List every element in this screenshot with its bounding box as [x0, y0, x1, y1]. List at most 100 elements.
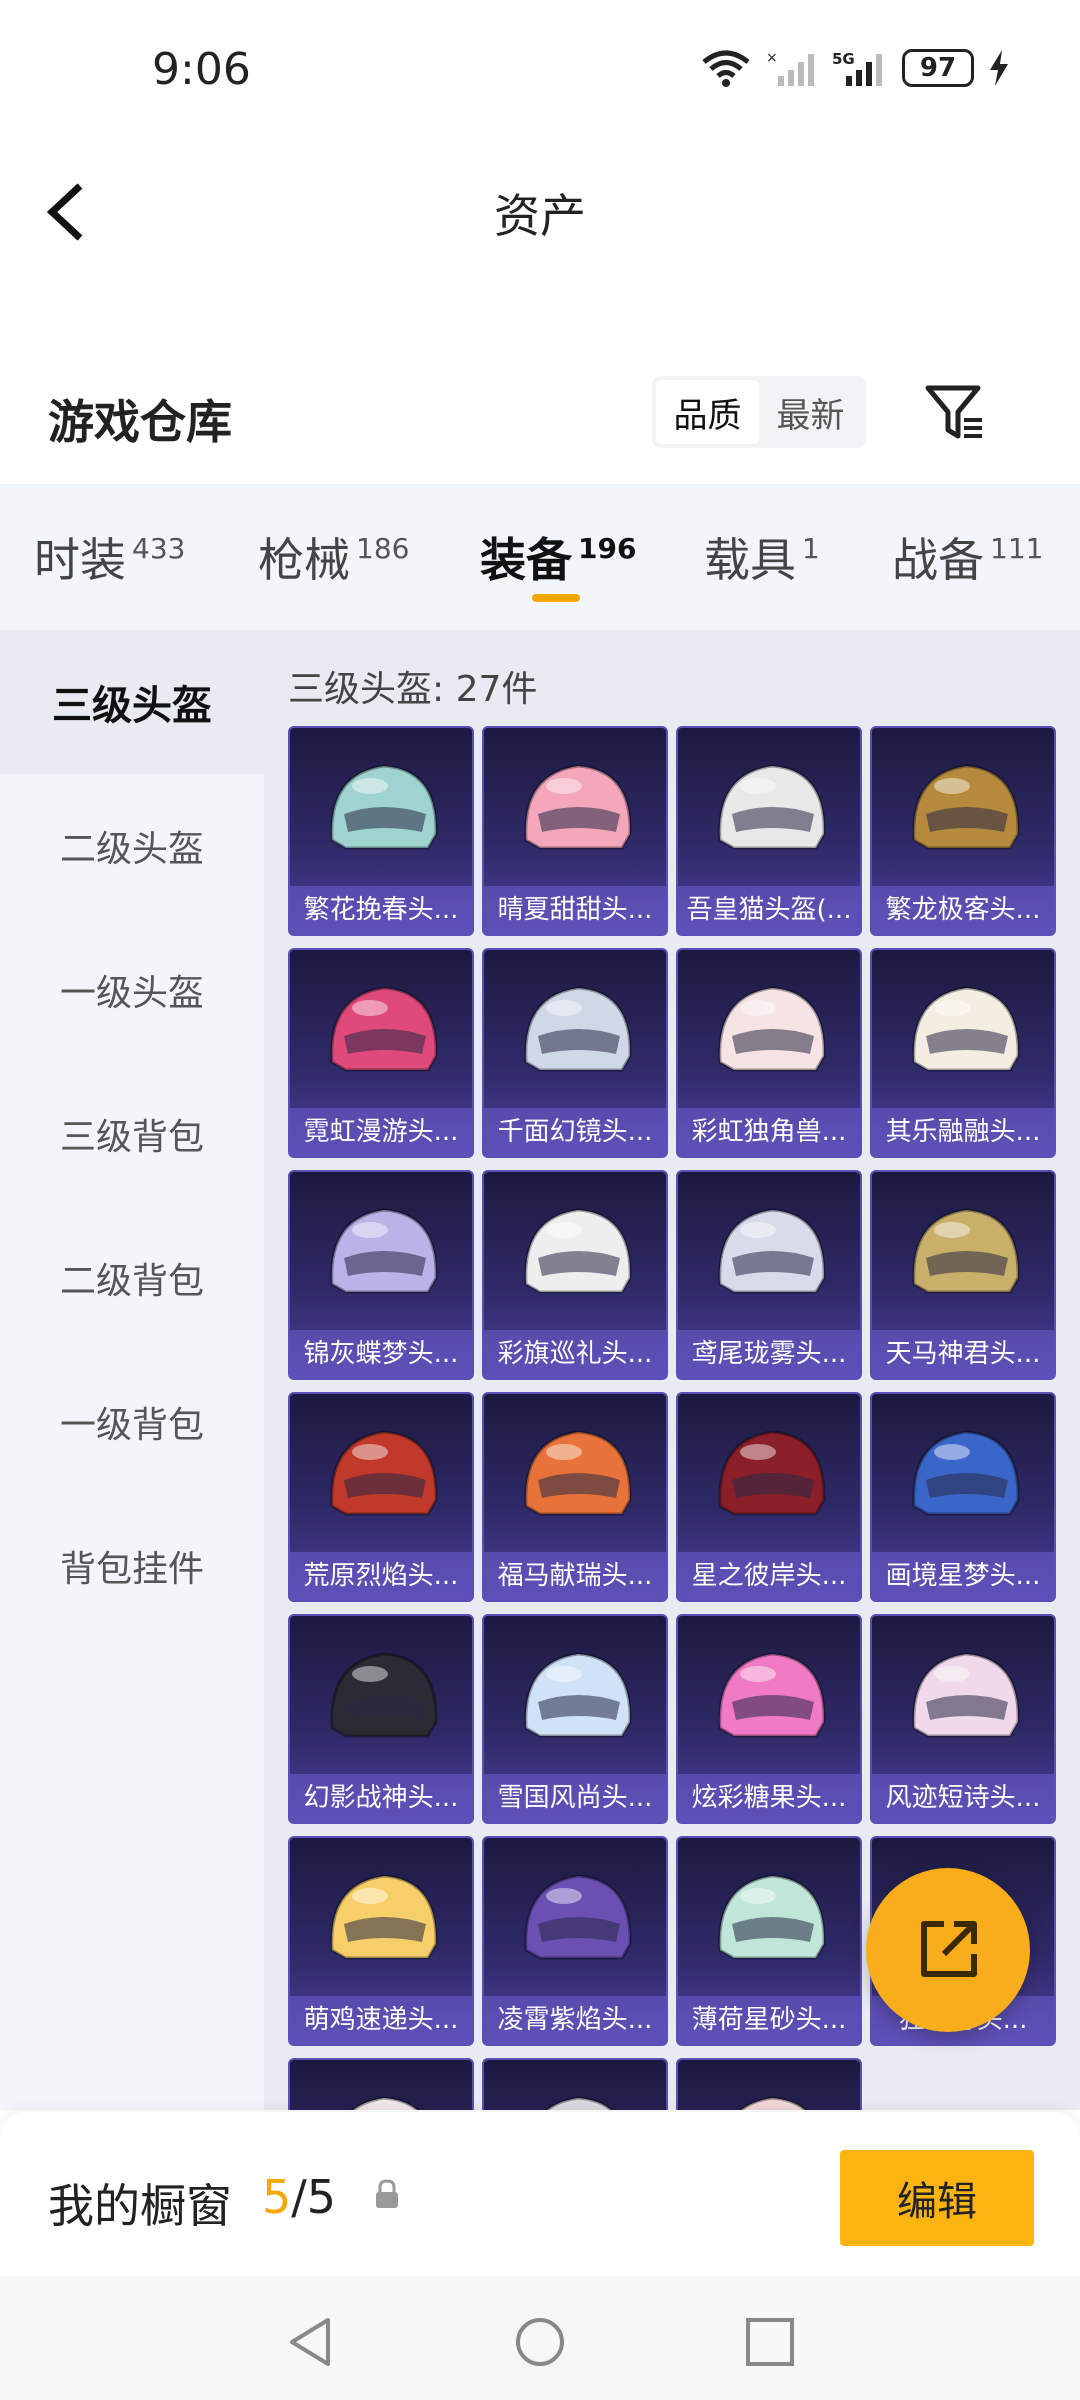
item-name: 炫彩糖果头... — [678, 1774, 860, 1822]
item-card[interactable]: 星之彼岸头... — [676, 1392, 862, 1602]
item-card[interactable] — [288, 2058, 474, 2110]
item-card[interactable]: 福马献瑞头... — [482, 1392, 668, 1602]
share-fab-button[interactable] — [866, 1868, 1030, 2032]
helmet-icon — [524, 1652, 632, 1738]
item-card[interactable]: 彩虹独角兽... — [676, 948, 862, 1158]
helmet-icon — [912, 1208, 1020, 1294]
helmet-icon — [524, 764, 632, 850]
subnav-level2-helmet[interactable]: 二级头盔 — [0, 774, 264, 918]
helmet-icon — [524, 986, 632, 1072]
item-name: 繁龙极客头... — [872, 886, 1054, 934]
item-card[interactable]: 繁龙极客头... — [870, 726, 1056, 936]
tab-label: 装备 — [480, 533, 572, 587]
nav-home-icon[interactable] — [512, 2314, 568, 2370]
item-card[interactable]: 千面幻镜头... — [482, 948, 668, 1158]
item-name: 福马献瑞头... — [484, 1552, 666, 1600]
helmet-icon — [718, 764, 826, 850]
tab-fashion[interactable]: 时装 433 — [34, 524, 185, 590]
item-name: 千面幻镜头... — [484, 1108, 666, 1156]
item-card[interactable]: 锦灰蝶梦头... — [288, 1170, 474, 1380]
item-name: 锦灰蝶梦头... — [290, 1330, 472, 1378]
item-card[interactable]: 风迹短诗头... — [870, 1614, 1056, 1824]
item-card[interactable]: 荒原烈焰头... — [288, 1392, 474, 1602]
tab-equipment[interactable]: 装备 196 — [480, 524, 636, 590]
item-card[interactable]: 雪国风尚头... — [482, 1614, 668, 1824]
tab-count: 111 — [990, 532, 1044, 565]
subnav-backpack-charm[interactable]: 背包挂件 — [0, 1494, 264, 1638]
svg-text:5G: 5G — [832, 50, 855, 68]
tab-label: 战备 — [892, 533, 984, 587]
helmet-icon — [330, 986, 438, 1072]
tab-label: 载具 — [704, 533, 796, 587]
item-name: 风迹短诗头... — [872, 1774, 1054, 1822]
item-card[interactable]: 鸢尾珑雾头... — [676, 1170, 862, 1380]
subnav-level2-backpack[interactable]: 二级背包 — [0, 1206, 264, 1350]
svg-text:×: × — [766, 50, 778, 66]
item-card[interactable]: 霓虹漫游头... — [288, 948, 474, 1158]
item-card[interactable]: 薄荷星砂头... — [676, 1836, 862, 2046]
item-name: 彩虹独角兽... — [678, 1108, 860, 1156]
subnav-level1-backpack[interactable]: 一级背包 — [0, 1350, 264, 1494]
edit-button[interactable]: 编辑 — [840, 2150, 1034, 2246]
tab-supplies[interactable]: 战备 111 — [892, 524, 1043, 590]
nav-back-icon[interactable] — [282, 2314, 338, 2370]
tab-weapons[interactable]: 枪械 186 — [258, 524, 409, 590]
helmet-icon — [330, 1208, 438, 1294]
item-card[interactable]: 吾皇猫头盔(... — [676, 726, 862, 936]
helmet-icon — [738, 2096, 808, 2110]
item-card[interactable]: 萌鸡速递头... — [288, 1836, 474, 2046]
nav-recents-icon[interactable] — [742, 2314, 798, 2370]
sort-quality-option[interactable]: 品质 — [656, 380, 759, 444]
item-name: 繁花挽春头... — [290, 886, 472, 934]
helmet-icon — [544, 2096, 614, 2110]
item-card[interactable]: 炫彩糖果头... — [676, 1614, 862, 1824]
item-card[interactable]: 幻影战神头... — [288, 1614, 474, 1824]
battery-icon: 97 — [902, 49, 974, 87]
lock-icon — [376, 2179, 398, 2208]
item-card[interactable]: 凌霄紫焰头... — [482, 1836, 668, 2046]
sort-toggle[interactable]: 品质 最新 — [652, 376, 866, 448]
subnav-level3-helmet[interactable]: 三级头盔 — [0, 630, 264, 774]
item-name: 鸢尾珑雾头... — [678, 1330, 860, 1378]
helmet-icon — [350, 2096, 420, 2110]
helmet-icon — [330, 1874, 438, 1960]
subcategory-nav: 三级头盔 二级头盔 一级头盔 三级背包 二级背包 一级背包 背包挂件 — [0, 630, 264, 2110]
item-card[interactable]: 其乐融融头... — [870, 948, 1056, 1158]
item-card[interactable]: 彩旗巡礼头... — [482, 1170, 668, 1380]
item-name: 霓虹漫游头... — [290, 1108, 472, 1156]
helmet-icon — [524, 1874, 632, 1960]
subnav-level1-helmet[interactable]: 一级头盔 — [0, 918, 264, 1062]
item-name: 萌鸡速递头... — [290, 1996, 472, 2044]
helmet-icon — [912, 986, 1020, 1072]
status-bar: 9:06 × 5G 97 — [0, 0, 1080, 120]
wifi-icon — [702, 50, 750, 87]
item-name: 凌霄紫焰头... — [484, 1996, 666, 2044]
showcase-total: /5 — [291, 2170, 337, 2224]
item-name: 薄荷星砂头... — [678, 1996, 860, 2044]
showcase-count: 5/5 — [262, 2170, 336, 2224]
helmet-icon — [718, 986, 826, 1072]
helmet-icon — [330, 1430, 438, 1516]
system-nav-bar — [0, 2276, 1080, 2400]
helmet-icon — [718, 1208, 826, 1294]
item-card[interactable]: 晴夏甜甜头... — [482, 726, 668, 936]
signal-5g-icon: 5G — [832, 50, 882, 86]
item-card[interactable]: 画境星梦头... — [870, 1392, 1056, 1602]
item-name: 星之彼岸头... — [678, 1552, 860, 1600]
helmet-icon — [524, 1430, 632, 1516]
tab-vehicles[interactable]: 载具 1 — [704, 524, 820, 590]
item-card[interactable]: 繁花挽春头... — [288, 726, 474, 936]
page-title: 资产 — [494, 189, 586, 243]
active-tab-indicator — [532, 594, 580, 602]
item-card[interactable] — [482, 2058, 668, 2110]
filter-button[interactable] — [920, 378, 990, 448]
item-name: 幻影战神头... — [290, 1774, 472, 1822]
tab-count: 186 — [356, 532, 410, 565]
item-count-label: 三级头盔: 27件 — [288, 669, 538, 710]
sort-latest-option[interactable]: 最新 — [759, 380, 862, 444]
subnav-level3-backpack[interactable]: 三级背包 — [0, 1062, 264, 1206]
item-card[interactable]: 天马神君头... — [870, 1170, 1056, 1380]
item-card[interactable] — [676, 2058, 862, 2110]
helmet-icon — [912, 764, 1020, 850]
tab-count: 196 — [578, 532, 637, 565]
